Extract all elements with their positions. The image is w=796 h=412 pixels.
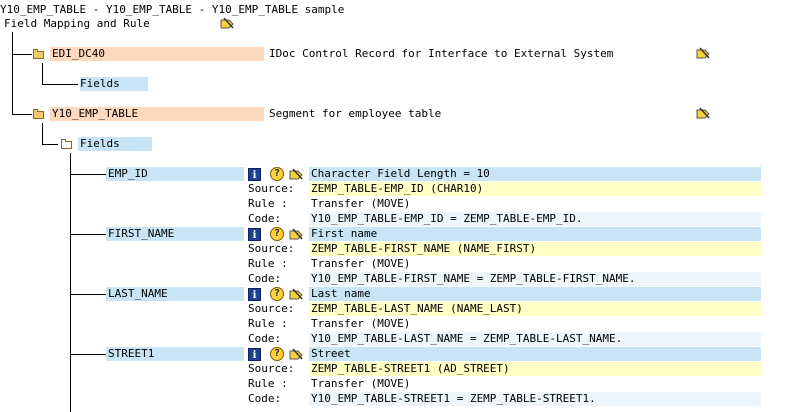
segment-y10-emp-table-description: Segment for employee table <box>269 107 442 120</box>
field-source: ZEMP_TABLE-FIRST_NAME (NAME_FIRST) <box>309 242 761 256</box>
source-label: Source: <box>248 182 295 195</box>
code-label: Code: <box>248 272 282 285</box>
tree-title: Y10_EMP_TABLE - Y10_EMP_TABLE - Y10_EMP_… <box>0 3 345 16</box>
field-rule: Transfer (MOVE) <box>311 377 411 390</box>
tree-line <box>42 144 58 145</box>
tree-line <box>70 354 106 355</box>
rule-label: Rule : <box>248 317 288 330</box>
edit-pencil-icon[interactable] <box>289 228 304 241</box>
tree-line <box>12 32 13 115</box>
help-icon[interactable]: ? <box>270 227 284 241</box>
tree-line <box>70 294 106 295</box>
segment-y10-emp-table[interactable]: Y10_EMP_TABLE <box>50 107 264 121</box>
field-description: First name <box>309 227 761 241</box>
field-source: ZEMP_TABLE-STREET1 (AD_STREET) <box>309 362 761 376</box>
tree-line <box>70 234 106 235</box>
field-code: Y10_EMP_TABLE-FIRST_NAME = ZEMP_TABLE-FI… <box>309 272 761 286</box>
help-icon[interactable]: ? <box>270 167 284 181</box>
edit-pencil-icon[interactable] <box>289 288 304 301</box>
field-code: Y10_EMP_TABLE-LAST_NAME = ZEMP_TABLE-LAS… <box>309 332 761 346</box>
help-icon[interactable]: ? <box>270 287 284 301</box>
source-label: Source: <box>248 362 295 375</box>
tree-line <box>42 123 43 145</box>
tree-line <box>12 114 32 115</box>
field-description: Character Field Length = 10 <box>309 167 761 181</box>
edit-pencil-icon[interactable] <box>289 168 304 181</box>
rule-label: Rule : <box>248 257 288 270</box>
help-icon[interactable]: ? <box>270 347 284 361</box>
field-name[interactable]: STREET1 <box>106 347 244 361</box>
code-label: Code: <box>248 392 282 405</box>
segment-edi-dc40-description: IDoc Control Record for Interface to Ext… <box>269 47 614 60</box>
field-rule: Transfer (MOVE) <box>311 317 411 330</box>
field-source: ZEMP_TABLE-EMP_ID (CHAR10) <box>309 182 761 196</box>
edit-pencil-icon[interactable] <box>289 348 304 361</box>
edit-pencil-icon[interactable] <box>220 17 235 30</box>
folder-open-icon[interactable] <box>33 109 44 119</box>
tree-root-label[interactable]: Field Mapping and Rule <box>4 17 150 31</box>
field-code: Y10_EMP_TABLE-EMP_ID = ZEMP_TABLE-EMP_ID… <box>309 212 761 226</box>
field-rule: Transfer (MOVE) <box>311 257 411 270</box>
fields-node-edi-dc40[interactable]: Fields <box>80 77 148 91</box>
tree-line <box>42 63 43 85</box>
info-icon[interactable]: i <box>248 348 261 361</box>
field-description: Street <box>309 347 761 361</box>
code-label: Code: <box>248 332 282 345</box>
info-icon[interactable]: i <box>248 288 261 301</box>
source-label: Source: <box>248 242 295 255</box>
field-description: Last name <box>309 287 761 301</box>
source-label: Source: <box>248 302 295 315</box>
edit-pencil-icon[interactable] <box>696 47 711 60</box>
rule-label: Rule : <box>248 377 288 390</box>
code-label: Code: <box>248 212 282 225</box>
tree-line <box>70 153 71 412</box>
info-icon[interactable]: i <box>248 228 261 241</box>
tree-line <box>12 54 32 55</box>
edit-pencil-icon[interactable] <box>696 107 711 120</box>
fields-node-y10-emp-table[interactable]: Fields <box>78 137 152 151</box>
tree-line <box>70 174 106 175</box>
rule-label: Rule : <box>248 197 288 210</box>
segment-edi-dc40[interactable]: EDI_DC40 <box>50 47 264 61</box>
field-name[interactable]: LAST_NAME <box>106 287 244 301</box>
folder-open-icon[interactable] <box>33 49 44 59</box>
field-code: Y10_EMP_TABLE-STREET1 = ZEMP_TABLE-STREE… <box>309 392 761 406</box>
field-name[interactable]: EMP_ID <box>106 167 244 181</box>
folder-icon[interactable] <box>61 139 72 149</box>
info-icon[interactable]: i <box>248 168 261 181</box>
tree-line <box>42 84 78 85</box>
field-source: ZEMP_TABLE-LAST_NAME (NAME_LAST) <box>309 302 761 316</box>
field-rule: Transfer (MOVE) <box>311 197 411 210</box>
field-name[interactable]: FIRST_NAME <box>106 227 244 241</box>
